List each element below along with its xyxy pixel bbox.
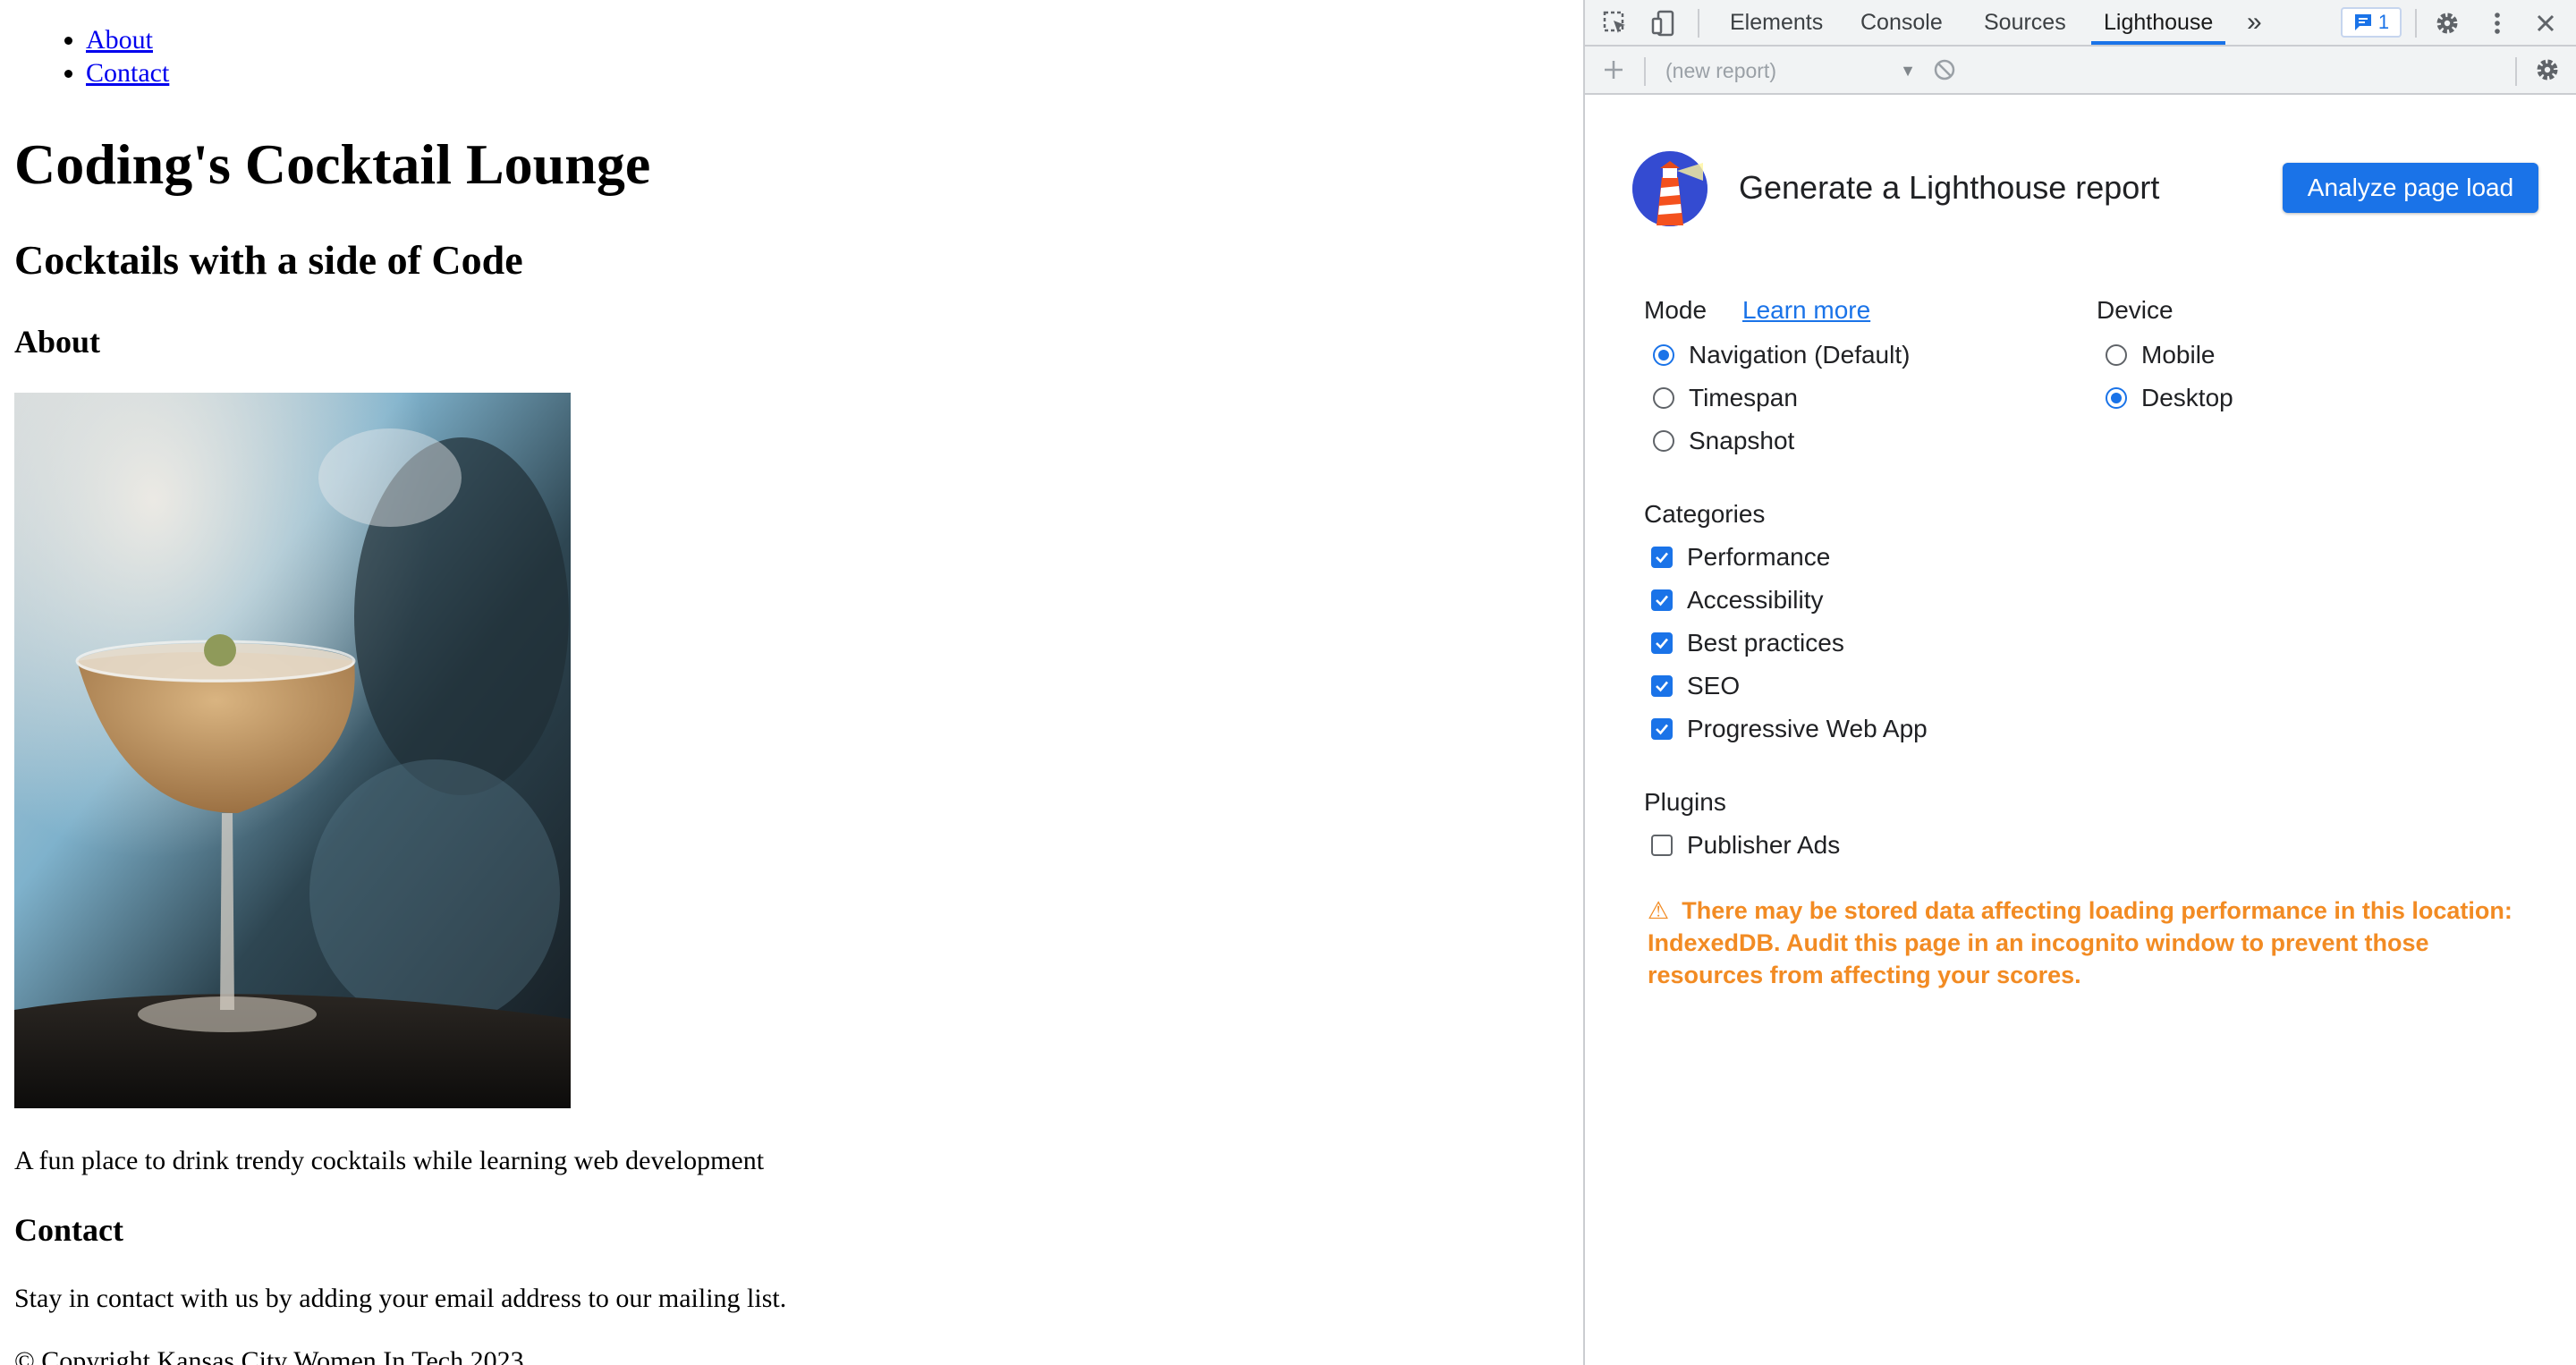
checkbox-best-practices[interactable] bbox=[1651, 632, 1673, 654]
web-page-viewport: About Contact Coding's Cocktail Lounge C… bbox=[0, 0, 1583, 1365]
mode-option-label: Timespan bbox=[1689, 384, 1798, 411]
radio-timespan[interactable] bbox=[1653, 387, 1674, 409]
checkmark-icon bbox=[1656, 552, 1668, 564]
inspect-element-icon[interactable] bbox=[1599, 7, 1631, 39]
page-title: Coding's Cocktail Lounge bbox=[14, 132, 651, 196]
checkmark-icon bbox=[1656, 638, 1668, 649]
new-report-plus-icon[interactable] bbox=[1597, 54, 1630, 86]
lighthouse-start-view: Generate a Lighthouse report Analyze pag… bbox=[1585, 95, 2576, 1365]
checkbox-seo[interactable] bbox=[1651, 675, 1673, 697]
warning-text: There may be stored data affecting loadi… bbox=[1648, 897, 2512, 988]
checkmark-icon bbox=[1656, 595, 1668, 606]
site-nav: About Contact bbox=[86, 23, 169, 89]
report-selector[interactable]: (new report) ▼ bbox=[1665, 55, 1916, 86]
about-text: A fun place to drink trendy cocktails wh… bbox=[14, 1146, 765, 1175]
settings-gear-icon[interactable] bbox=[2431, 7, 2463, 39]
toolbar-divider bbox=[2515, 57, 2517, 86]
more-tabs-icon[interactable]: » bbox=[2247, 0, 2262, 45]
category-label: Best practices bbox=[1687, 629, 1844, 657]
storage-warning: ⚠ There may be stored data affecting load… bbox=[1648, 894, 2542, 991]
learn-more-link[interactable]: Learn more bbox=[1742, 295, 1870, 326]
lighthouse-title: Generate a Lighthouse report bbox=[1739, 169, 2160, 206]
toolbar-divider bbox=[2415, 9, 2417, 38]
clear-reports-icon[interactable] bbox=[1928, 54, 1961, 86]
checkbox-publisher-ads[interactable] bbox=[1651, 835, 1673, 856]
close-devtools-icon[interactable] bbox=[2529, 7, 2562, 39]
category-seo[interactable]: SEO bbox=[1651, 671, 1740, 701]
category-label: SEO bbox=[1687, 672, 1741, 699]
mode-option-timespan[interactable]: Timespan bbox=[1653, 383, 1798, 413]
plugin-publisher-ads[interactable]: Publisher Ads bbox=[1651, 830, 1840, 861]
lighthouse-settings-gear-icon[interactable] bbox=[2531, 54, 2563, 86]
plugin-label: Publisher Ads bbox=[1687, 831, 1841, 859]
device-option-label: Desktop bbox=[2141, 384, 2233, 411]
more-options-icon[interactable] bbox=[2481, 7, 2513, 39]
category-pwa[interactable]: Progressive Web App bbox=[1651, 714, 1928, 744]
lighthouse-logo-icon bbox=[1631, 150, 1708, 227]
radio-snapshot[interactable] bbox=[1653, 430, 1674, 452]
report-selector-value: (new report) bbox=[1665, 59, 1776, 82]
category-performance[interactable]: Performance bbox=[1651, 542, 1830, 572]
issues-badge[interactable]: 1 bbox=[2341, 7, 2402, 38]
lighthouse-toolbar: (new report) ▼ bbox=[1585, 47, 2576, 95]
copyright-text: © Copyright Kansas City Women In Tech 20… bbox=[14, 1346, 524, 1365]
device-label: Device bbox=[2097, 296, 2174, 324]
tab-console[interactable]: Console bbox=[1860, 0, 1943, 45]
nav-item-contact: Contact bbox=[86, 56, 169, 89]
device-option-mobile[interactable]: Mobile bbox=[2106, 340, 2215, 370]
radio-desktop[interactable] bbox=[2106, 387, 2127, 409]
category-label: Performance bbox=[1687, 543, 1831, 571]
contact-text: Stay in contact with us by adding your e… bbox=[14, 1284, 787, 1313]
mode-option-snapshot[interactable]: Snapshot bbox=[1653, 426, 1794, 456]
mode-option-label: Navigation (Default) bbox=[1689, 341, 1911, 369]
contact-heading: Contact bbox=[14, 1212, 123, 1248]
category-best-practices[interactable]: Best practices bbox=[1651, 628, 1844, 658]
device-toolbar-icon[interactable] bbox=[1648, 7, 1680, 39]
warning-icon: ⚠ bbox=[1648, 897, 1670, 924]
checkbox-pwa[interactable] bbox=[1651, 718, 1673, 740]
category-label: Progressive Web App bbox=[1687, 715, 1928, 742]
plugins-label: Plugins bbox=[1644, 788, 1726, 816]
checkmark-icon bbox=[1656, 724, 1668, 735]
tab-sources[interactable]: Sources bbox=[1984, 0, 2066, 45]
checkbox-performance[interactable] bbox=[1651, 547, 1673, 568]
radio-navigation[interactable] bbox=[1653, 344, 1674, 366]
tab-lighthouse[interactable]: Lighthouse bbox=[2090, 0, 2226, 45]
about-heading: About bbox=[14, 324, 101, 360]
dropdown-arrow-icon: ▼ bbox=[1900, 62, 1916, 80]
device-option-desktop[interactable]: Desktop bbox=[2106, 383, 2233, 413]
nav-link-about[interactable]: About bbox=[86, 25, 153, 55]
category-label: Accessibility bbox=[1687, 586, 1824, 614]
device-option-label: Mobile bbox=[2141, 341, 2216, 369]
category-accessibility[interactable]: Accessibility bbox=[1651, 585, 1823, 615]
toolbar-divider bbox=[1698, 9, 1699, 38]
nav-item-about: About bbox=[86, 23, 169, 56]
devtools-panel: Elements Console Sources Lighthouse » 1 … bbox=[1583, 0, 2576, 1365]
nav-link-contact[interactable]: Contact bbox=[86, 58, 169, 88]
mode-option-label: Snapshot bbox=[1689, 427, 1795, 454]
checkmark-icon bbox=[1656, 681, 1668, 692]
radio-mobile[interactable] bbox=[2106, 344, 2127, 366]
mode-option-navigation[interactable]: Navigation (Default) bbox=[1653, 340, 1910, 370]
devtools-tab-bar: Elements Console Sources Lighthouse » 1 bbox=[1585, 0, 2576, 47]
cocktail-photo bbox=[14, 393, 571, 1108]
mode-label: Mode bbox=[1644, 296, 1707, 324]
checkbox-accessibility[interactable] bbox=[1651, 589, 1673, 611]
analyze-page-load-button[interactable]: Analyze page load bbox=[2283, 163, 2538, 213]
message-icon bbox=[2354, 14, 2371, 30]
page-subtitle: Cocktails with a side of Code bbox=[14, 237, 523, 283]
issues-count: 1 bbox=[2377, 11, 2390, 33]
tab-elements[interactable]: Elements bbox=[1730, 0, 1823, 45]
categories-label: Categories bbox=[1644, 500, 1766, 528]
toolbar-divider bbox=[1644, 57, 1646, 86]
